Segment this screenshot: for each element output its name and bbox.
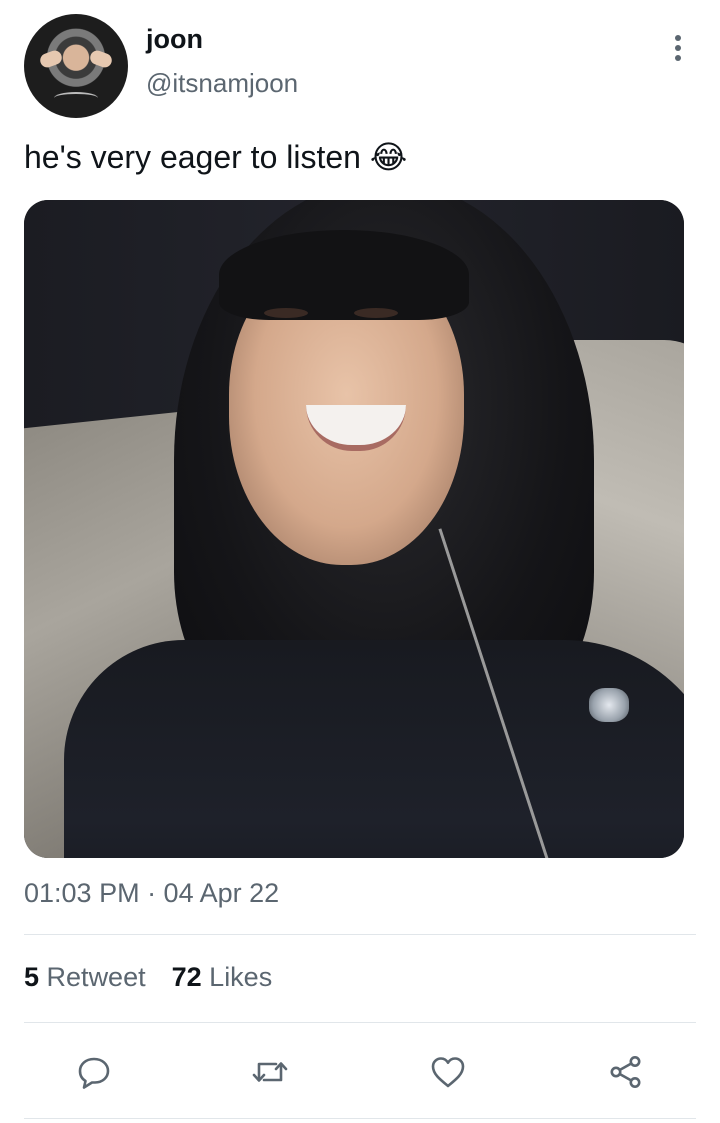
more-options-button[interactable] [664,30,692,66]
divider [24,1022,696,1023]
retweet-icon [252,1062,288,1082]
avatar[interactable] [24,14,128,118]
likes-count: 72 [171,962,202,992]
heart-icon [431,1057,465,1088]
photo-hair [219,230,469,320]
photo-hoodie [64,640,684,858]
like-button[interactable] [428,1052,468,1092]
more-vertical-icon-dot [675,55,681,61]
retweet-button[interactable] [250,1052,290,1092]
avatar-hand-right [88,48,114,70]
share-icon [610,1056,641,1088]
retweet-count-label: Retweet [46,962,146,992]
engagement-stats: 5 Retweet 72 Likes [24,962,272,993]
more-vertical-icon-dot [675,45,681,51]
action-bar [0,1044,720,1100]
reply-icon [78,1057,110,1089]
retweet-stat[interactable]: 5 Retweet [24,962,146,993]
tweet-card: joon @itsnamjoon he's very eager to list… [0,0,720,1123]
likes-count-label: Likes [209,962,273,992]
tweet-photo[interactable] [24,200,684,858]
more-vertical-icon [675,35,681,41]
tweet-timestamp[interactable]: 01:03 PM · 04 Apr 22 [24,878,279,909]
tweet-text: he's very eager to listen 😂 [24,139,408,175]
photo-earpiece [589,688,629,722]
likes-stat[interactable]: 72 Likes [172,962,273,993]
retweet-count: 5 [24,962,40,992]
share-button[interactable] [606,1052,646,1092]
photo-eye-right [354,308,398,318]
avatar-shirt-logo [54,92,98,104]
divider [24,934,696,935]
reply-button[interactable] [74,1052,114,1092]
author-display-name[interactable]: joon [146,24,203,55]
photo-eye-left [264,308,308,318]
author-handle[interactable]: @itsnamjoon [146,68,298,99]
avatar-hand-left [38,48,64,70]
divider [24,1118,696,1119]
